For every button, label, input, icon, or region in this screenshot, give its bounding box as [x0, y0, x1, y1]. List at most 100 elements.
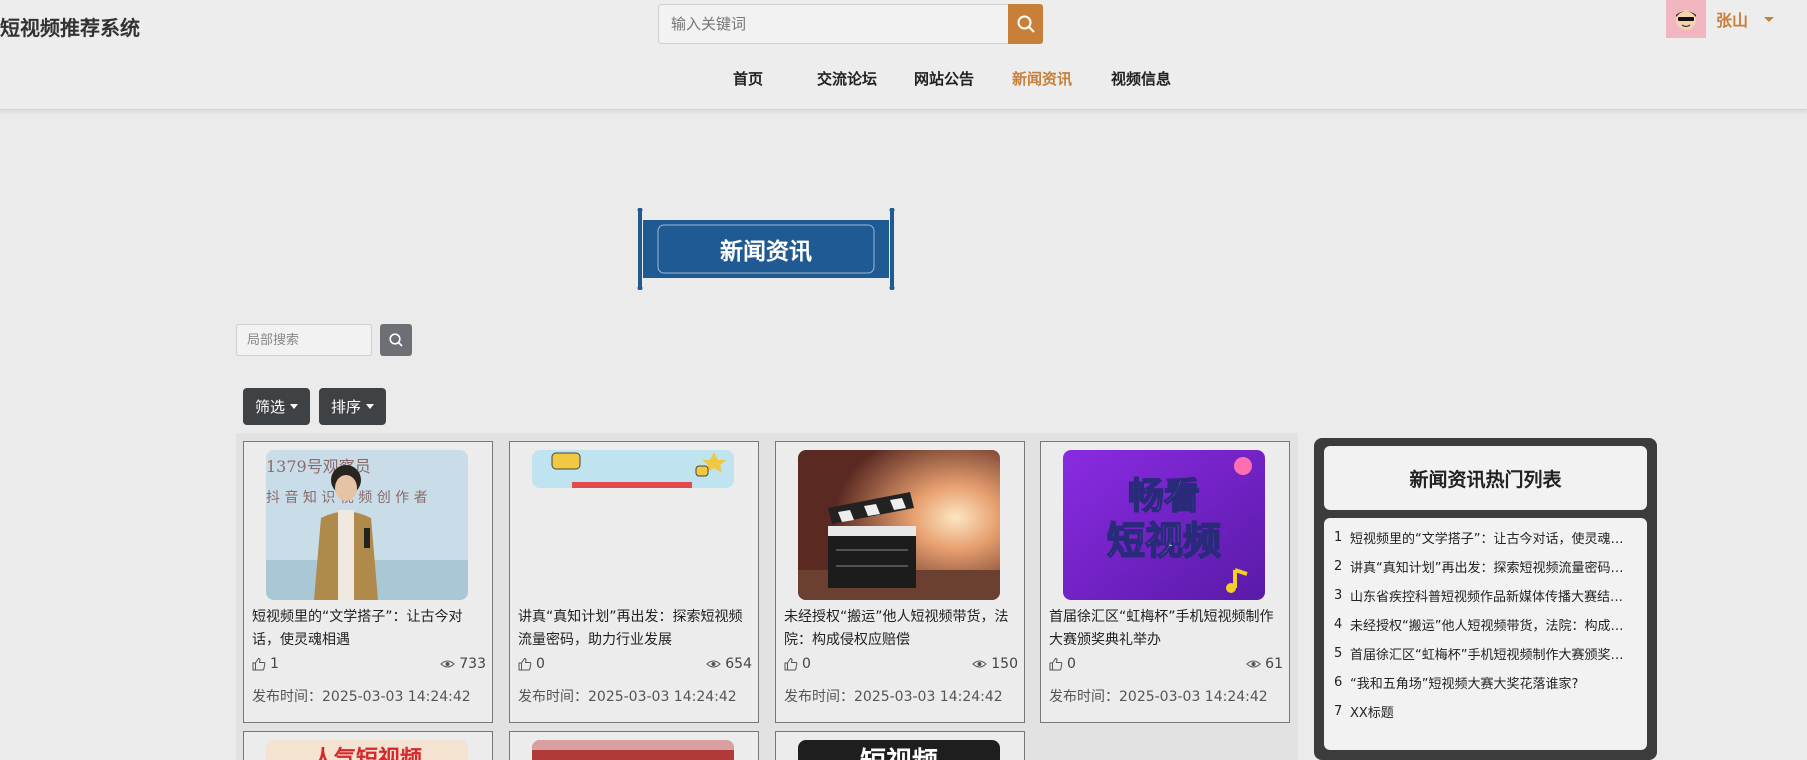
user-avatar[interactable]	[1666, 0, 1706, 38]
chevron-down-icon[interactable]	[1764, 16, 1775, 22]
banner-title: 新闻资讯	[720, 239, 812, 265]
eye-icon	[972, 660, 988, 668]
hot-list-item[interactable]: 2 讲真“真知计划”再出发：探索短视频流量密码，助力行业发展	[1324, 552, 1647, 581]
like-count[interactable]: 0	[518, 656, 545, 672]
speaker-photo: 1379号观察员 抖 音 知 识 视 频 创 作 者	[266, 450, 468, 600]
hot-item-rank: 5	[1334, 646, 1343, 661]
eye-icon	[1246, 660, 1261, 668]
like-count-value: 0	[802, 656, 811, 672]
nav-news[interactable]: 新闻资讯	[1012, 68, 1072, 89]
news-thumbnail[interactable]	[532, 740, 734, 760]
hot-item-rank: 6	[1334, 675, 1343, 690]
like-count-value: 0	[1067, 656, 1076, 672]
page-banner: 新闻资讯	[637, 208, 895, 290]
hot-list-item[interactable]: 7 XX标题	[1324, 697, 1647, 726]
publish-time: 发布时间：2025-03-03 14:24:42	[518, 689, 737, 705]
view-count-value: 150	[991, 656, 1018, 672]
caret-down-icon	[290, 404, 299, 409]
search-icon	[1017, 15, 1035, 33]
nav-forum[interactable]: 交流论坛	[817, 68, 877, 89]
news-card[interactable]: 人气短视频	[243, 731, 493, 760]
global-search	[658, 4, 1043, 44]
view-count: 150	[972, 656, 1018, 672]
search-button[interactable]	[1008, 4, 1043, 44]
hot-news-panel: 新闻资讯热门列表 1 短视频里的“文学搭子”：让古今对话，使灵魂相遇 2 讲真“真知…	[1314, 438, 1657, 760]
hot-item-title[interactable]: “我和五角场”短视频大赛大奖花落谁家?	[1350, 673, 1630, 692]
main-nav: 首页 交流论坛 网站公告 新闻资讯 视频信息	[0, 68, 1807, 88]
view-count-value: 733	[459, 656, 486, 672]
user-name[interactable]: 张山	[1716, 7, 1748, 31]
publish-time: 发布时间：2025-03-03 14:24:42	[784, 689, 1003, 705]
hot-list-item[interactable]: 4 未经授权“搬运”他人短视频带货，法院：构成侵权应赔偿	[1324, 610, 1647, 639]
avatar-face-icon	[1676, 10, 1696, 30]
view-count-value: 61	[1265, 656, 1283, 672]
hot-item-title[interactable]: 未经授权“搬运”他人短视频带货，法院：构成侵权应赔偿	[1350, 615, 1630, 634]
broken-thumbnail	[532, 450, 734, 488]
view-count-value: 654	[725, 656, 752, 672]
like-count-value: 0	[536, 656, 545, 672]
news-title[interactable]: 讲真“真知计划”再出发：探索短视频流量密码，助力行业发展	[518, 606, 754, 652]
hot-list: 1 短视频里的“文学搭子”：让古今对话，使灵魂相遇 2 讲真“真知计划”再出发：探索…	[1324, 518, 1647, 750]
thumbs-up-icon	[252, 657, 266, 671]
clapperboard-photo	[798, 450, 1000, 600]
short-video-poster: 畅看 短视频	[1063, 450, 1265, 600]
news-stats: 1 733	[252, 656, 486, 676]
hot-item-title[interactable]: 山东省疾控科普短视频作品新媒体传播大赛结果公布	[1350, 586, 1630, 605]
news-stats: 0 654	[518, 656, 752, 676]
news-thumbnail[interactable]: 短视频	[798, 740, 1000, 760]
short-video-banner: 短视频	[798, 740, 1000, 760]
nav-announcements[interactable]: 网站公告	[914, 68, 974, 89]
hot-item-rank: 2	[1334, 559, 1343, 574]
view-count: 61	[1246, 656, 1283, 672]
view-count: 654	[706, 656, 752, 672]
filter-dropdown[interactable]: 筛选	[243, 388, 311, 425]
news-stats: 0 150	[784, 656, 1018, 676]
user-menu[interactable]: 张山	[1666, 0, 1775, 38]
hot-item-title[interactable]: 讲真“真知计划”再出发：探索短视频流量密码，助力行业发展	[1350, 557, 1630, 576]
news-title[interactable]: 首届徐汇区“虹梅杯”手机短视频制作大赛颁奖典礼举办	[1049, 606, 1285, 652]
top-header: 短视频推荐系统 张山 首页 交流论坛 网站公告 新闻资讯 视频信息	[0, 0, 1807, 110]
hot-item-title[interactable]: 短视频里的“文学搭子”：让古今对话，使灵魂相遇	[1350, 528, 1630, 547]
thumbs-up-icon	[518, 657, 532, 671]
news-title[interactable]: 未经授权“搬运”他人短视频带货，法院：构成侵权应赔偿	[784, 606, 1020, 652]
news-card[interactable]	[509, 731, 759, 760]
hot-list-item[interactable]: 3 山东省疾控科普短视频作品新媒体传播大赛结果公布	[1324, 581, 1647, 610]
hot-item-rank: 1	[1334, 530, 1343, 545]
thumbs-up-icon	[784, 657, 798, 671]
caret-down-icon	[366, 404, 375, 409]
news-title[interactable]: 短视频里的“文学搭子”：让古今对话，使灵魂相遇	[252, 606, 488, 652]
local-search-button[interactable]	[380, 324, 412, 356]
like-count[interactable]: 0	[784, 656, 811, 672]
news-thumbnail[interactable]	[798, 450, 1000, 600]
news-thumbnail[interactable]: 1379号观察员 抖 音 知 识 视 频 创 作 者	[266, 450, 468, 600]
view-count: 733	[440, 656, 486, 672]
news-card[interactable]: 畅看 短视频 首届徐汇区“虹梅杯”手机短视频制作大赛颁奖典礼举办 0 61 发布…	[1040, 441, 1290, 723]
news-card[interactable]: 短视频	[775, 731, 1025, 760]
poster-text: 人气短视频	[312, 746, 422, 760]
local-search-input[interactable]	[236, 324, 372, 356]
event-photo	[532, 740, 734, 760]
news-thumbnail[interactable]	[532, 450, 734, 488]
like-count[interactable]: 0	[1049, 656, 1076, 672]
news-thumbnail[interactable]: 人气短视频	[266, 740, 468, 760]
sort-dropdown[interactable]: 排序	[319, 388, 387, 425]
popular-video-poster: 人气短视频	[266, 740, 468, 760]
hot-item-rank: 3	[1334, 588, 1343, 603]
nav-videos[interactable]: 视频信息	[1111, 68, 1171, 89]
hot-item-title[interactable]: XX标题	[1350, 702, 1630, 721]
news-thumbnail[interactable]: 畅看 短视频	[1063, 450, 1265, 600]
eye-icon	[706, 660, 722, 668]
news-card[interactable]: 1379号观察员 抖 音 知 识 视 频 创 作 者 短视频里的“文学搭子”：让…	[243, 441, 493, 723]
like-count[interactable]: 1	[252, 656, 279, 672]
news-card[interactable]: 讲真“真知计划”再出发：探索短视频流量密码，助力行业发展 0 654 发布时间：…	[509, 441, 759, 723]
hot-list-item[interactable]: 1 短视频里的“文学搭子”：让古今对话，使灵魂相遇	[1324, 523, 1647, 552]
nav-home[interactable]: 首页	[733, 68, 763, 89]
hot-list-item[interactable]: 5 首届徐汇区“虹梅杯”手机短视频制作大赛颁奖典礼举办	[1324, 639, 1647, 668]
news-card[interactable]: 未经授权“搬运”他人短视频带货，法院：构成侵权应赔偿 0 150 发布时间：20…	[775, 441, 1025, 723]
site-brand[interactable]: 短视频推荐系统	[0, 12, 140, 41]
local-search	[236, 324, 412, 356]
search-input[interactable]	[658, 4, 1008, 44]
publish-time: 发布时间：2025-03-03 14:24:42	[1049, 689, 1268, 705]
hot-list-item[interactable]: 6 “我和五角场”短视频大赛大奖花落谁家?	[1324, 668, 1647, 697]
hot-item-title[interactable]: 首届徐汇区“虹梅杯”手机短视频制作大赛颁奖典礼举办	[1350, 644, 1630, 663]
